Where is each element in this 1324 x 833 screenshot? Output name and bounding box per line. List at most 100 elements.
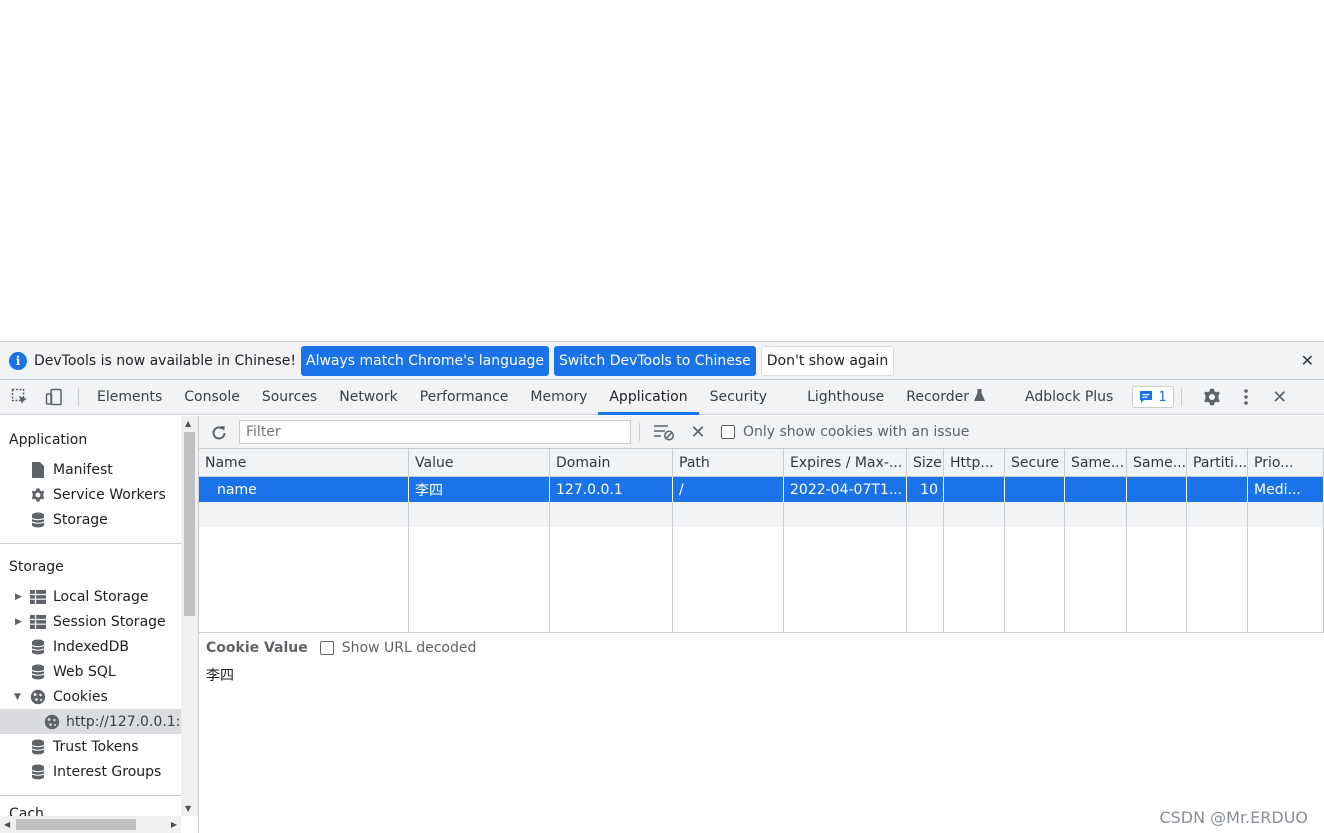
inspect-element-icon[interactable] <box>3 380 37 414</box>
table-cell-empty <box>1127 502 1187 527</box>
table-cell: 10 <box>907 477 944 502</box>
refresh-icon[interactable] <box>202 416 236 449</box>
sidebar-item-label: http://127.0.0.1:5 <box>66 713 181 730</box>
cookie-icon <box>44 714 60 730</box>
database-icon <box>29 764 47 780</box>
scrollbar-thumb[interactable] <box>184 432 195 616</box>
column-header[interactable]: Secure <box>1005 449 1065 476</box>
table-icon <box>29 589 47 605</box>
scroll-down-arrow-icon[interactable]: ▼ <box>185 804 191 813</box>
close-devtools-icon[interactable]: ✕ <box>1263 380 1297 414</box>
tab-lighthouse[interactable]: Lighthouse <box>796 380 895 414</box>
table-cell-empty <box>1127 527 1187 632</box>
sidebar-item-manifest[interactable]: Manifest <box>0 457 181 482</box>
table-cell: Medi... <box>1248 477 1324 502</box>
tab-recorder[interactable]: Recorder <box>895 380 996 414</box>
table-cell-empty <box>409 502 550 527</box>
sidebar-item-indexeddb[interactable]: IndexedDB <box>0 634 181 659</box>
column-header[interactable]: Http... <box>944 449 1005 476</box>
dont-show-again-button[interactable]: Don't show again <box>760 345 895 376</box>
settings-gear-icon[interactable] <box>1195 380 1229 414</box>
only-issue-label: Only show cookies with an issue <box>743 424 970 440</box>
table-cell <box>944 477 1005 502</box>
cookie-preview-header: Cookie Value Show URL decoded <box>199 633 1324 663</box>
main-toolbar: Elements Console Sources Network Performance… <box>0 380 1324 415</box>
column-header[interactable]: Partiti... <box>1187 449 1248 476</box>
gear-icon <box>29 487 47 503</box>
cookie-value-text: 李四 <box>206 668 234 684</box>
tab-memory[interactable]: Memory <box>519 380 598 414</box>
sidebar-item-label: Cookies <box>53 688 108 705</box>
column-header[interactable]: Expires / Max-... <box>784 449 907 476</box>
tab-performance[interactable]: Performance <box>409 380 520 414</box>
sidebar-item-cookie-origin[interactable]: http://127.0.0.1:5 <box>0 709 181 734</box>
table-cell-empty <box>199 527 409 632</box>
cookie-preview: Cookie Value Show URL decoded 李四 CSDN @M… <box>199 633 1324 833</box>
show-url-decoded-label: Show URL decoded <box>341 640 477 656</box>
sidebar-vertical-scrollbar[interactable]: ▲ ▼ <box>181 416 198 816</box>
expand-arrow-icon[interactable]: ▶ <box>15 617 22 627</box>
issues-badge[interactable]: 1 <box>1132 386 1174 408</box>
scroll-up-arrow-icon[interactable]: ▲ <box>185 419 191 428</box>
scroll-right-arrow-icon[interactable]: ▶ <box>171 820 177 829</box>
table-cell-empty <box>673 502 784 527</box>
column-header[interactable]: Name <box>199 449 409 476</box>
column-header[interactable]: Same... <box>1065 449 1127 476</box>
scrollbar-thumb[interactable] <box>16 819 136 830</box>
filter-input[interactable] <box>239 420 631 444</box>
sidebar-item-session-storage[interactable]: ▶ Session Storage <box>0 609 181 634</box>
expand-arrow-icon[interactable]: ▶ <box>15 592 22 602</box>
only-issue-checkbox[interactable] <box>721 425 735 439</box>
sidebar-item-label: Interest Groups <box>53 763 162 780</box>
table-cell-empty <box>1065 527 1127 632</box>
tab-sources[interactable]: Sources <box>251 380 328 414</box>
table-body: name 李四 127.0.0.1/2022-04-07T1... 10 Medi... <box>199 477 1324 502</box>
sidebar-item-trust-tokens[interactable]: Trust Tokens <box>0 734 181 759</box>
tab-network[interactable]: Network <box>328 380 408 414</box>
table-cell-empty <box>1187 502 1248 527</box>
sidebar-item-interest-groups[interactable]: Interest Groups <box>0 759 181 784</box>
tab-application[interactable]: Application <box>598 380 699 415</box>
cookies-panel: ✕ Only show cookies with an issue NameVa… <box>199 416 1324 833</box>
scroll-left-arrow-icon[interactable]: ◀ <box>4 820 10 829</box>
tab-adblock-plus[interactable]: Adblock Plus <box>1014 380 1124 414</box>
tab-console[interactable]: Console <box>173 380 251 414</box>
table-cell-empty <box>944 502 1005 527</box>
sidebar-item-cookies[interactable]: ▼ Cookies <box>0 684 181 709</box>
sidebar-item-local-storage[interactable]: ▶ Local Storage <box>0 584 181 609</box>
sidebar-item-storage[interactable]: Storage <box>0 507 181 532</box>
device-toolbar-icon[interactable] <box>37 380 71 414</box>
cookie-value-title: Cookie Value <box>206 640 308 656</box>
page-viewport <box>0 0 1324 341</box>
sidebar-horizontal-scrollbar[interactable]: ◀ ▶ <box>0 816 181 833</box>
sidebar-section-application: Application <box>9 431 88 448</box>
sidebar-item-label: IndexedDB <box>53 638 129 655</box>
switch-to-chinese-button[interactable]: Switch DevTools to Chinese <box>553 345 756 376</box>
column-header[interactable]: Value <box>409 449 550 476</box>
always-match-language-button[interactable]: Always match Chrome's language <box>301 345 549 376</box>
column-header[interactable]: Prio... <box>1248 449 1324 476</box>
column-header[interactable]: Path <box>673 449 784 476</box>
table-cell-empty <box>907 527 944 632</box>
database-icon <box>29 639 47 655</box>
sidebar-item-label: Service Workers <box>53 486 166 503</box>
database-icon <box>29 512 47 528</box>
table-row[interactable]: name 李四 127.0.0.1/2022-04-07T1... 10 Medi... <box>199 477 1324 502</box>
cookies-toolbar: ✕ Only show cookies with an issue <box>199 416 1324 449</box>
database-icon <box>29 739 47 755</box>
document-icon <box>29 461 47 478</box>
column-header[interactable]: Same... <box>1127 449 1187 476</box>
sidebar-item-service-workers[interactable]: Service Workers <box>0 482 181 507</box>
table-cell: 2022-04-07T1... <box>784 477 907 502</box>
close-infobar-icon[interactable]: ✕ <box>1301 351 1314 370</box>
column-header[interactable]: Domain <box>550 449 673 476</box>
tab-elements[interactable]: Elements <box>86 380 173 414</box>
show-url-decoded-checkbox[interactable] <box>319 641 334 655</box>
sidebar-item-websql[interactable]: Web SQL <box>0 659 181 684</box>
clear-filtered-cookies-icon[interactable] <box>647 415 681 449</box>
tab-security[interactable]: Security <box>699 380 779 414</box>
more-options-icon[interactable] <box>1229 380 1263 414</box>
collapse-arrow-icon[interactable]: ▼ <box>14 692 21 702</box>
column-header[interactable]: Size <box>907 449 944 476</box>
clear-all-cookies-icon[interactable]: ✕ <box>681 415 715 449</box>
